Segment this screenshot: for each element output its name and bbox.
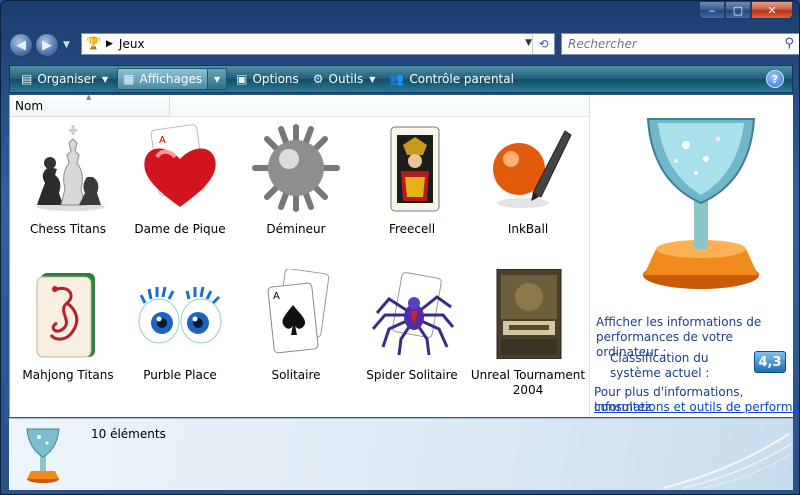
- explorer-window: ‒ ▢ ✕ ◀ ▶ ▼ 🏆 ▶ Jeux ▼ ⟲ ⚲ ▤ Organiser ▼…: [0, 0, 800, 495]
- decorative-swoosh: [662, 433, 792, 489]
- search-input[interactable]: [568, 37, 768, 51]
- freecell-icon: [390, 126, 440, 212]
- file-list: ▲ Nom Chess Titans A Dame de Pique Démin…: [9, 93, 590, 417]
- unreal-icon: [496, 268, 562, 360]
- game-item[interactable]: Chess Titans: [10, 123, 126, 237]
- game-label: Démineur: [266, 222, 326, 236]
- column-header-empty: [170, 95, 589, 117]
- navigation-bar: ◀ ▶ ▼ 🏆 ▶ Jeux ▼ ⟲ ⚲: [9, 31, 799, 59]
- svg-text:A: A: [159, 135, 166, 146]
- help-icon: ?: [771, 72, 779, 86]
- item-count: 10 éléments: [91, 427, 166, 441]
- parental-controls-icon: 👥: [389, 72, 405, 86]
- chevron-down-icon: ▼: [102, 74, 109, 84]
- game-label: Freecell: [388, 222, 436, 236]
- details-pane: 10 éléments: [9, 418, 793, 490]
- chevron-down-icon: ▼: [214, 74, 221, 84]
- back-arrow-icon: ◀: [16, 37, 26, 53]
- maximize-icon: ▢: [732, 3, 744, 17]
- game-label: Solitaire: [271, 368, 321, 382]
- views-button[interactable]: ▦ Affichages: [117, 68, 209, 90]
- game-item[interactable]: A Solitaire: [238, 268, 354, 383]
- forward-arrow-icon: ▶: [42, 37, 52, 53]
- help-button[interactable]: ?: [766, 70, 784, 88]
- system-rating-label: Classification du système actuel :: [610, 351, 710, 380]
- close-icon: ✕: [767, 3, 777, 17]
- game-label: Dame de Pique: [134, 222, 226, 236]
- chess-icon: [37, 125, 105, 211]
- views-icon: ▦: [123, 72, 135, 86]
- games-folder-icon: 🏆: [86, 36, 101, 50]
- views-dropdown-button[interactable]: ▼: [207, 68, 228, 90]
- game-label: Mahjong Titans: [22, 368, 114, 382]
- purble-icon: [138, 286, 222, 344]
- sort-arrow-icon: ▲: [86, 93, 92, 101]
- views-label: Affichages: [139, 72, 203, 86]
- mine-icon: [252, 124, 340, 212]
- options-label: Options: [252, 72, 299, 86]
- game-label: Purble Place: [143, 368, 217, 382]
- performance-tools-link[interactable]: Informations et outils de performance: [594, 400, 799, 414]
- parental-controls-button[interactable]: 👥 Contrôle parental: [384, 68, 519, 90]
- performance-pane: Afficher les informations de performance…: [589, 95, 799, 417]
- back-button[interactable]: ◀: [9, 33, 33, 57]
- options-icon: ▣: [236, 72, 248, 86]
- system-rating-score[interactable]: 4,3: [754, 351, 786, 373]
- minimize-button[interactable]: ‒: [699, 1, 725, 19]
- game-label: Unreal Tournament 2004: [470, 368, 586, 397]
- hearts-icon: A: [144, 124, 216, 207]
- spider-icon: [371, 272, 455, 356]
- search-icon[interactable]: ⚲: [784, 36, 794, 51]
- game-label: InkBall: [507, 222, 549, 236]
- refresh-icon: ⟲: [538, 37, 549, 51]
- game-item[interactable]: Freecell: [354, 123, 470, 237]
- address-bar[interactable]: 🏆 ▶ Jeux ▼ ⟲: [81, 33, 555, 55]
- minimize-icon: ‒: [708, 3, 716, 17]
- command-bar: ▤ Organiser ▼ ▦ Affichages ▼ ▣ Options ⚙…: [9, 65, 793, 93]
- game-label: Spider Solitaire: [366, 368, 458, 382]
- parental-controls-label: Contrôle parental: [409, 72, 514, 86]
- organize-button[interactable]: ▤ Organiser ▼: [16, 68, 113, 90]
- game-item[interactable]: Purble Place: [122, 269, 238, 383]
- mahjong-icon: [36, 273, 95, 358]
- forward-button[interactable]: ▶: [35, 33, 59, 57]
- games-grid: Chess Titans A Dame de Pique Démineur Fr…: [10, 119, 590, 417]
- caption-buttons: ‒ ▢ ✕: [699, 1, 793, 19]
- tools-button[interactable]: ⚙ Outils ▼: [308, 68, 381, 90]
- tools-label: Outils: [328, 72, 364, 86]
- trophy-small-icon: [26, 428, 60, 483]
- trophy-icon: [643, 118, 759, 289]
- svg-text:A: A: [273, 291, 280, 302]
- organize-icon: ▤: [21, 72, 33, 86]
- game-item[interactable]: Mahjong Titans: [10, 269, 126, 383]
- chevron-down-icon: ▼: [369, 74, 376, 84]
- game-item[interactable]: Démineur: [238, 123, 354, 237]
- maximize-button[interactable]: ▢: [725, 1, 751, 19]
- search-box[interactable]: ⚲: [561, 33, 799, 55]
- tools-icon: ⚙: [312, 72, 324, 86]
- breadcrumb-jeux[interactable]: Jeux: [119, 37, 145, 51]
- column-header-name[interactable]: ▲ Nom: [10, 93, 170, 117]
- game-item[interactable]: Unreal Tournament 2004: [470, 268, 586, 398]
- address-dropdown-icon[interactable]: ▼: [525, 38, 532, 48]
- close-button[interactable]: ✕: [751, 1, 793, 19]
- options-button[interactable]: ▣ Options: [231, 68, 304, 90]
- recent-pages-dropdown[interactable]: ▼: [63, 40, 70, 50]
- game-label: Chess Titans: [30, 222, 106, 236]
- column-header-label: Nom: [15, 99, 44, 113]
- game-item[interactable]: InkBall: [470, 123, 586, 237]
- game-item[interactable]: A Dame de Pique: [122, 123, 238, 237]
- organize-label: Organiser: [37, 72, 96, 86]
- inkball-icon: [493, 130, 572, 208]
- breadcrumb-chevron-icon[interactable]: ▶: [106, 39, 113, 49]
- solitaire-icon: A: [267, 268, 330, 354]
- game-item[interactable]: Spider Solitaire: [354, 269, 470, 383]
- refresh-button[interactable]: ⟲: [532, 34, 554, 54]
